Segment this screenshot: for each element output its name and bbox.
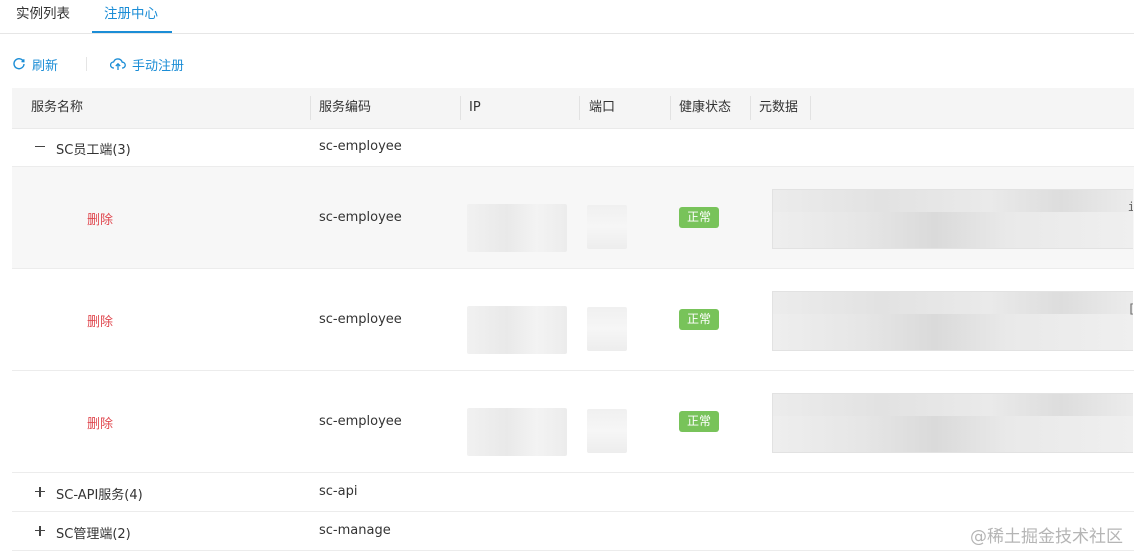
table-header: 服务名称 服务编码 IP 端口 健康状态 元数据 [12, 88, 1134, 129]
status-badge: 正常 [679, 411, 719, 432]
ip-value-redacted [467, 204, 567, 252]
refresh-button[interactable]: 刷新 [12, 55, 59, 74]
tab-instance-list[interactable]: 实例列表 [16, 2, 70, 22]
port-value-redacted [587, 409, 627, 453]
column-divider [310, 96, 311, 120]
delete-link[interactable]: 删除 [87, 413, 113, 432]
table-row-instance: 删除 sc-employee 正常 [12, 371, 1134, 473]
cloud-upload-icon [110, 58, 126, 70]
metadata-fragment: [ [1128, 302, 1133, 316]
service-name: SC管理端(2) [56, 527, 131, 542]
refresh-icon [13, 58, 25, 70]
metadata-fragment: i [1128, 200, 1133, 214]
service-code: sc-employee [319, 139, 402, 154]
table-row-group: SC-API服务(4) sc-api [12, 473, 1134, 512]
column-header-ip[interactable]: IP [469, 88, 481, 128]
instance-service-code: sc-employee [319, 210, 402, 225]
expand-toggle-icon[interactable] [34, 525, 46, 537]
service-code: sc-manage [319, 523, 391, 538]
manual-register-label: 手动注册 [132, 58, 185, 74]
column-header-service-code[interactable]: 服务编码 [319, 88, 371, 128]
manual-register-button[interactable]: 手动注册 [110, 55, 185, 74]
tab-registry-center[interactable]: 注册中心 [104, 2, 158, 22]
column-header-service-name[interactable]: 服务名称 [31, 88, 83, 128]
column-divider [750, 96, 751, 120]
column-divider [460, 96, 461, 120]
watermark: @稀土掘金技术社区 [970, 527, 1123, 547]
metadata-field-redacted: [ [772, 291, 1133, 351]
service-name: SC员工端(3) [56, 143, 131, 158]
table-row-instance: 删除 sc-employee 正常 [ [12, 269, 1134, 371]
table-row-group: SC员工端(3) sc-employee [12, 128, 1134, 167]
metadata-field-redacted [772, 393, 1133, 453]
column-divider [810, 96, 811, 120]
table-row-instance: 删除 sc-employee 正常 i [12, 167, 1134, 269]
status-badge: 正常 [679, 309, 719, 330]
column-header-port[interactable]: 端口 [589, 88, 615, 128]
status-badge: 正常 [679, 207, 719, 228]
service-name: SC-API服务(4) [56, 488, 143, 503]
ip-value-redacted [467, 408, 567, 456]
instance-service-code: sc-employee [319, 312, 402, 327]
delete-link[interactable]: 删除 [87, 311, 113, 330]
port-value-redacted [587, 205, 627, 249]
port-value-redacted [587, 307, 627, 351]
ip-value-redacted [467, 306, 567, 354]
column-header-metadata[interactable]: 元数据 [759, 88, 798, 128]
expand-toggle-icon[interactable] [34, 486, 46, 498]
active-tab-indicator [92, 31, 172, 33]
collapse-toggle-icon[interactable] [34, 141, 46, 153]
column-divider [579, 96, 580, 120]
metadata-field-redacted: i [772, 189, 1133, 249]
service-code: sc-api [319, 484, 358, 499]
instance-service-code: sc-employee [319, 414, 402, 429]
refresh-label: 刷新 [32, 58, 59, 74]
delete-link[interactable]: 删除 [87, 209, 113, 228]
table-row-group: SC管理端(2) sc-manage [12, 512, 1134, 551]
tab-bar: 实例列表 注册中心 [0, 0, 1134, 34]
column-header-health-status[interactable]: 健康状态 [679, 88, 731, 128]
toolbar-divider [86, 57, 87, 71]
column-divider [670, 96, 671, 120]
